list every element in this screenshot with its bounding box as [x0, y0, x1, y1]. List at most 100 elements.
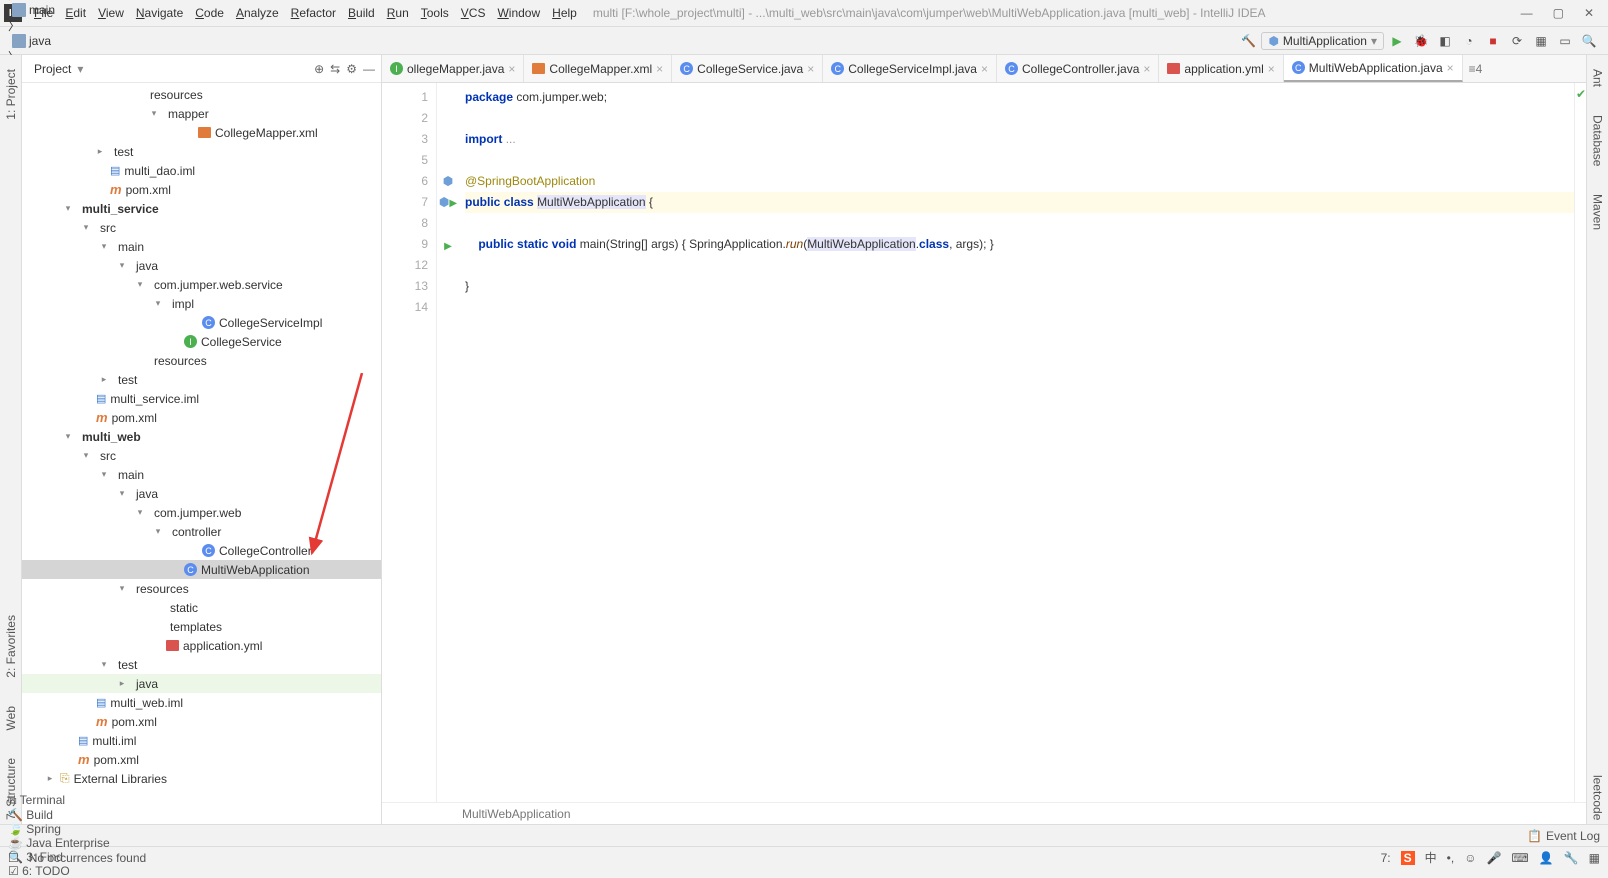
tree-node[interactable]: ▾java	[22, 484, 381, 503]
editor-tab[interactable]: CCollegeService.java×	[672, 55, 823, 82]
code-body[interactable]: package com.jumper.web; import ... @Spri…	[459, 83, 1574, 802]
tree-node[interactable]: application.yml	[22, 636, 381, 655]
menu-help[interactable]: Help	[546, 6, 583, 20]
emoji-icon[interactable]: ☺	[1464, 851, 1476, 865]
tree-node[interactable]: ▸test	[22, 370, 381, 389]
menu-build[interactable]: Build	[342, 6, 381, 20]
tree-node[interactable]: ▤multi.iml	[22, 731, 381, 750]
tree-node[interactable]: ▾multi_service	[22, 199, 381, 218]
stop-icon[interactable]: ■	[1482, 30, 1504, 52]
update-icon[interactable]: ⟳	[1506, 30, 1528, 52]
keyboard-icon[interactable]: ⌨	[1511, 851, 1528, 865]
tree-node[interactable]: ▸java	[22, 674, 381, 693]
bottom-tab-javaenterprise[interactable]: ☕ Java Enterprise	[8, 836, 110, 850]
tab-close-icon[interactable]: ×	[1447, 61, 1454, 75]
structure-icon[interactable]: ▦	[1530, 30, 1552, 52]
tab-ant[interactable]: Ant	[1591, 65, 1605, 91]
tree-node[interactable]: ▤multi_dao.iml	[22, 161, 381, 180]
search-icon[interactable]: 🔍	[1578, 30, 1600, 52]
gear-icon[interactable]: ⚙	[346, 62, 357, 76]
editor-tab[interactable]: CCollegeServiceImpl.java×	[823, 55, 997, 82]
tree-node[interactable]: mpom.xml	[22, 712, 381, 731]
breadcrumb-item[interactable]: main	[8, 3, 141, 17]
editor-tab[interactable]: IollegeMapper.java×	[382, 55, 524, 82]
minimize-icon[interactable]: —	[1511, 6, 1543, 20]
tool-icon[interactable]: 🔧	[1564, 851, 1579, 865]
tab-close-icon[interactable]: ×	[981, 62, 988, 76]
lang-icon[interactable]: 中	[1425, 849, 1437, 866]
code-editor[interactable]: 12356789121314 ⬢⬢▶ ▶ package com.jumper.…	[382, 83, 1586, 802]
caret-position[interactable]: 7:	[1381, 851, 1391, 865]
run-icon[interactable]: ▶	[1386, 30, 1408, 52]
close-icon[interactable]: ✕	[1574, 6, 1604, 20]
tree-node[interactable]: CCollegeController	[22, 541, 381, 560]
tab-structure[interactable]: 7: Structure	[4, 754, 18, 824]
tab-close-icon[interactable]: ×	[656, 62, 663, 76]
tree-node[interactable]: ▸test	[22, 142, 381, 161]
grid-icon[interactable]: ▦	[1589, 851, 1600, 865]
punct-icon[interactable]: •,	[1447, 851, 1455, 865]
event-log-button[interactable]: 📋 Event Log	[1527, 829, 1600, 843]
tree-node[interactable]: ▤multi_web.iml	[22, 693, 381, 712]
tab-project[interactable]: 1: Project	[4, 65, 18, 124]
tree-node[interactable]: ▾java	[22, 256, 381, 275]
tree-node[interactable]: ▾src	[22, 218, 381, 237]
bottom-tab-todo[interactable]: ☑ 6: TODO	[8, 864, 110, 878]
tab-web[interactable]: Web	[4, 702, 18, 734]
coverage-icon[interactable]: ◧	[1434, 30, 1456, 52]
menu-run[interactable]: Run	[381, 6, 415, 20]
tree-node[interactable]: ▾main	[22, 465, 381, 484]
build-icon[interactable]: 🔨	[1237, 30, 1259, 52]
run-config-dropdown[interactable]: ⬢ MultiApplication ▾	[1261, 32, 1384, 50]
profile-icon[interactable]: ◔	[1458, 30, 1480, 52]
mic-icon[interactable]: 🎤	[1486, 851, 1501, 865]
tree-node[interactable]: ▸⎘External Libraries	[22, 769, 381, 788]
tab-close-icon[interactable]: ×	[1143, 62, 1150, 76]
tree-node[interactable]: ▾com.jumper.web.service	[22, 275, 381, 294]
tree-node[interactable]: resources	[22, 85, 381, 104]
hide-icon[interactable]: —	[363, 62, 375, 76]
tree-node[interactable]: ▾com.jumper.web	[22, 503, 381, 522]
error-stripe[interactable]: ✔	[1574, 83, 1586, 802]
tree-node[interactable]: static	[22, 598, 381, 617]
menu-refactor[interactable]: Refactor	[285, 6, 342, 20]
tree-node[interactable]: ▾multi_web	[22, 427, 381, 446]
tree-node[interactable]: mpom.xml	[22, 180, 381, 199]
tree-node[interactable]: ICollegeService	[22, 332, 381, 351]
debug-icon[interactable]: 🐞	[1410, 30, 1432, 52]
tree-node[interactable]: ▾src	[22, 446, 381, 465]
tab-maven[interactable]: Maven	[1591, 190, 1605, 234]
tree-node[interactable]: ▾test	[22, 655, 381, 674]
expand-icon[interactable]: ⇆	[330, 62, 340, 76]
project-tree[interactable]: resources▾mapperCollegeMapper.xml▸test▤m…	[22, 83, 381, 824]
editor-breadcrumb[interactable]: MultiWebApplication	[382, 802, 1586, 824]
tree-node[interactable]: ▾mapper	[22, 104, 381, 123]
editor-tab[interactable]: application.yml×	[1159, 55, 1283, 82]
editor-tab[interactable]: CMultiWebApplication.java×	[1284, 55, 1463, 82]
tree-node[interactable]: ▾impl	[22, 294, 381, 313]
menu-analyze[interactable]: Analyze	[230, 6, 285, 20]
editor-tab[interactable]: CollegeMapper.xml×	[524, 55, 672, 82]
tree-node[interactable]: mpom.xml	[22, 750, 381, 769]
tree-node[interactable]: mpom.xml	[22, 408, 381, 427]
tree-node[interactable]: CollegeMapper.xml	[22, 123, 381, 142]
settings-icon[interactable]: ▭	[1554, 30, 1576, 52]
tree-node[interactable]: ▾controller	[22, 522, 381, 541]
tree-node[interactable]: ▾main	[22, 237, 381, 256]
person-icon[interactable]: 👤	[1539, 851, 1554, 865]
tree-node[interactable]: ▾resources	[22, 579, 381, 598]
tab-leetcode[interactable]: leetcode	[1591, 771, 1605, 824]
editor-tab[interactable]: CCollegeController.java×	[997, 55, 1159, 82]
tab-database[interactable]: Database	[1591, 111, 1605, 170]
tab-favorites[interactable]: 2: Favorites	[4, 611, 18, 682]
menu-vcs[interactable]: VCS	[455, 6, 492, 20]
menu-tools[interactable]: Tools	[415, 6, 455, 20]
tab-close-icon[interactable]: ×	[807, 62, 814, 76]
tree-node[interactable]: CMultiWebApplication	[22, 560, 381, 579]
maximize-icon[interactable]: ▢	[1543, 6, 1574, 20]
tree-node[interactable]: resources	[22, 351, 381, 370]
tree-node[interactable]: templates	[22, 617, 381, 636]
tree-node[interactable]: CCollegeServiceImpl	[22, 313, 381, 332]
tab-close-icon[interactable]: ×	[508, 62, 515, 76]
tree-node[interactable]: ▤multi_service.iml	[22, 389, 381, 408]
